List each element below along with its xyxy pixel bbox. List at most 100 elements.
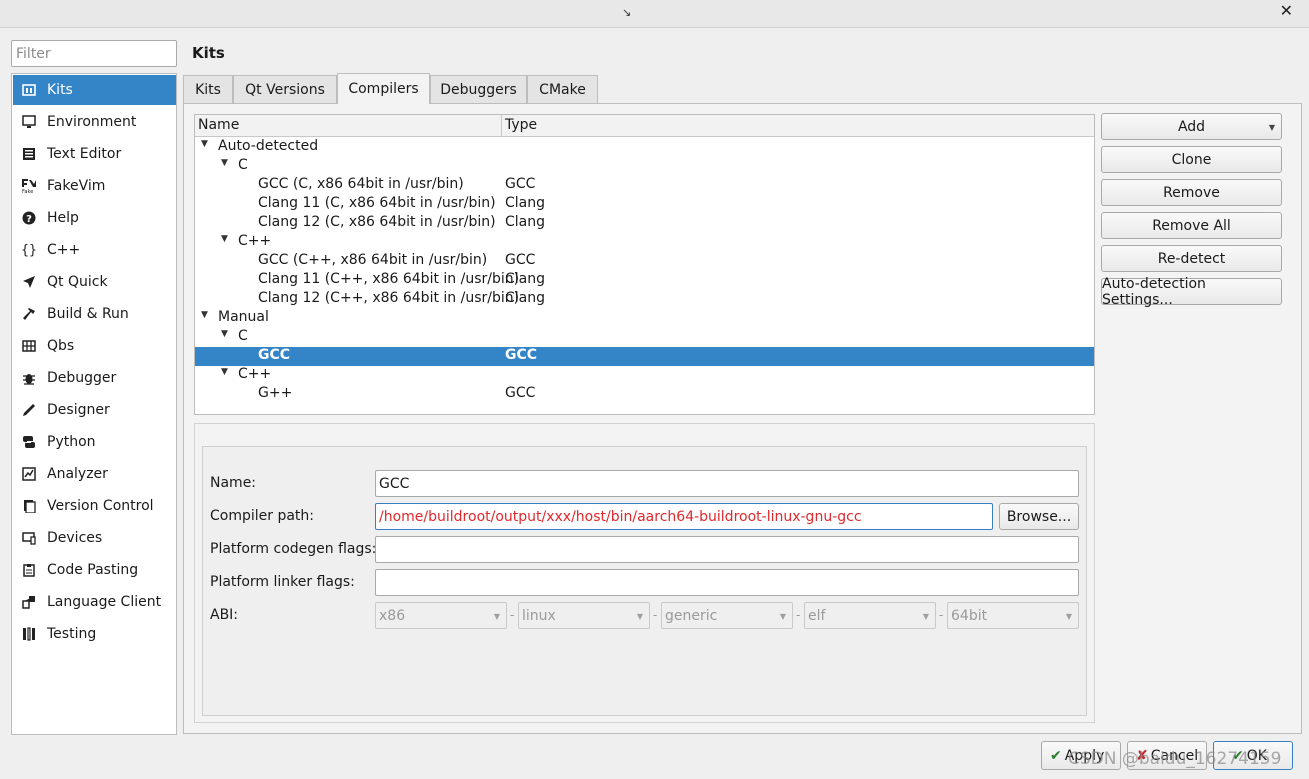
name-field[interactable]: GCC (375, 470, 1079, 497)
abi-separator: - (653, 608, 658, 622)
sidebar-item-build-run[interactable]: Build & Run (13, 299, 176, 329)
codegen-flags-field[interactable] (375, 536, 1079, 563)
tree-row-name: GCC (258, 347, 291, 363)
tree-row[interactable]: ▼ C++ (195, 233, 1094, 252)
hammer-icon (18, 307, 40, 321)
tree-row[interactable]: Clang 11 (C++, x86 64bit in /usr/bin) Cl… (195, 271, 1094, 290)
svg-text:?: ? (26, 214, 32, 225)
sidebar-item-cpp[interactable]: {} C++ (13, 235, 176, 265)
tab-cmake[interactable]: CMake (527, 75, 598, 103)
abi-separator: - (510, 608, 515, 622)
tree-row-name: Clang 12 (C++, x86 64bit in /usr/bin) (258, 290, 520, 306)
sidebar-item-label: FakeVim (47, 178, 106, 194)
tree-row[interactable]: Clang 12 (C, x86 64bit in /usr/bin) Clan… (195, 214, 1094, 233)
abi-separator: - (796, 608, 801, 622)
tree-row[interactable]: Clang 11 (C, x86 64bit in /usr/bin) Clan… (195, 195, 1094, 214)
tree-row-selected[interactable]: GCC GCC (195, 347, 1094, 366)
sidebar-item-label: Version Control (47, 498, 154, 514)
expand-arrow-icon[interactable]: ▼ (221, 234, 228, 244)
sidebar-item-qbs[interactable]: Qbs (13, 331, 176, 361)
name-label: Name: (210, 475, 257, 491)
text-editor-icon (18, 147, 40, 161)
sidebar-item-label: Build & Run (47, 306, 129, 322)
column-header-type[interactable]: Type (505, 117, 537, 133)
abi-flavor-select[interactable]: generic ▼ (661, 602, 793, 629)
sidebar-item-designer[interactable]: Designer (13, 395, 176, 425)
compiler-tree[interactable]: Name Type ▼ Auto-detected ▼ C GCC (C, x8… (194, 114, 1095, 415)
expand-arrow-icon[interactable]: ▼ (221, 367, 228, 377)
autodetection-settings-button[interactable]: Auto-detection Settings... (1101, 276, 1282, 308)
filter-input[interactable] (11, 40, 177, 67)
abi-separator: - (939, 608, 944, 622)
sidebar-item-label: Devices (47, 530, 103, 546)
tree-row[interactable]: ▼ C++ (195, 366, 1094, 385)
tree-row[interactable]: GCC (C, x86 64bit in /usr/bin) GCC (195, 176, 1094, 195)
column-header-name[interactable]: Name (198, 117, 239, 133)
column-divider[interactable] (501, 115, 502, 137)
sidebar-item-code-pasting[interactable]: Code Pasting (13, 555, 176, 585)
sidebar-item-qt-quick[interactable]: Qt Quick (13, 267, 176, 297)
expand-arrow-icon[interactable]: ▼ (201, 139, 208, 149)
sidebar-item-python[interactable]: Python (13, 427, 176, 457)
sidebar-item-environment[interactable]: Environment (13, 107, 176, 137)
qt-quick-icon (18, 275, 40, 289)
sidebar-item-fakevim[interactable]: Fake FakeVim (13, 171, 176, 201)
abi-architecture-select[interactable]: x86 ▼ (375, 602, 507, 629)
tree-row[interactable]: ▼ C (195, 328, 1094, 347)
clone-button[interactable]: Clone (1101, 146, 1282, 173)
tab-compilers[interactable]: Compilers (337, 73, 430, 104)
chevron-down-icon: ▼ (922, 612, 929, 621)
remove-all-button[interactable]: Remove All (1101, 212, 1282, 239)
redetect-button[interactable]: Re-detect (1101, 245, 1282, 272)
tree-row-type: GCC (505, 176, 536, 192)
sidebar-item-kits[interactable]: Kits (13, 75, 176, 105)
tree-row[interactable]: ▼ C (195, 157, 1094, 176)
sidebar-item-label: Environment (47, 114, 137, 130)
abi-os-select[interactable]: linux ▼ (518, 602, 650, 629)
tree-row[interactable]: GCC (C++, x86 64bit in /usr/bin) GCC (195, 252, 1094, 271)
tab-debuggers[interactable]: Debuggers (430, 75, 527, 103)
tree-row-name: GCC (C++, x86 64bit in /usr/bin) (258, 252, 488, 268)
sidebar-item-testing[interactable]: Testing (13, 619, 176, 649)
tree-row[interactable]: ▼ Auto-detected (195, 138, 1094, 157)
tree-row[interactable]: ▼ Manual (195, 309, 1094, 328)
browse-button[interactable]: Browse... (999, 503, 1079, 530)
tree-row-name: G++ (258, 385, 293, 401)
sidebar-item-help[interactable]: ? Help (13, 203, 176, 233)
tab-kits[interactable]: Kits (183, 75, 233, 103)
sidebar-item-analyzer[interactable]: Analyzer (13, 459, 176, 489)
sidebar-item-debugger[interactable]: Debugger (13, 363, 176, 393)
expand-arrow-icon[interactable]: ▼ (201, 310, 208, 320)
abi-wordwidth-select[interactable]: 64bit ▼ (947, 602, 1079, 629)
expand-arrow-icon[interactable]: ▼ (221, 158, 228, 168)
abi-value: elf (808, 607, 826, 624)
tree-row-type: GCC (505, 347, 538, 363)
compiler-path-label: Compiler path: (210, 508, 315, 524)
abi-label: ABI: (210, 607, 239, 623)
sidebar-item-version-control[interactable]: Version Control (13, 491, 176, 521)
abi-format-select[interactable]: elf ▼ (804, 602, 936, 629)
fakevim-icon: Fake (18, 178, 40, 194)
page-title: Kits (192, 44, 225, 62)
monitor-icon (18, 115, 40, 129)
sidebar-item-text-editor[interactable]: Text Editor (13, 139, 176, 169)
expand-arrow-icon[interactable]: ▼ (221, 329, 228, 339)
window-titlebar: ↘ ✕ (0, 0, 1309, 28)
remove-button[interactable]: Remove (1101, 179, 1282, 206)
compiler-path-field[interactable]: /home/buildroot/output/xxx/host/bin/aarc… (375, 503, 993, 530)
linker-flags-field[interactable] (375, 569, 1079, 596)
kits-icon (18, 83, 40, 97)
tree-row[interactable]: Clang 12 (C++, x86 64bit in /usr/bin) Cl… (195, 290, 1094, 309)
add-button[interactable]: Add ▼ (1101, 113, 1282, 140)
checkmark-icon: ✔ (1050, 747, 1062, 764)
tree-row[interactable]: G++ GCC (195, 385, 1094, 404)
sidebar-item-language-client[interactable]: Language Client (13, 587, 176, 617)
sidebar-item-devices[interactable]: Devices (13, 523, 176, 553)
tree-row-type: Clang (505, 271, 546, 287)
sidebar: Kits Environment Text Editor Fake FakeVi… (11, 73, 177, 735)
tab-qt-versions[interactable]: Qt Versions (233, 75, 337, 103)
close-icon[interactable]: ✕ (1280, 1, 1293, 20)
tree-row-name: Auto-detected (218, 138, 319, 154)
dropdown-arrow-icon: ▼ (1268, 123, 1275, 132)
sidebar-item-label: Qt Quick (47, 274, 108, 290)
